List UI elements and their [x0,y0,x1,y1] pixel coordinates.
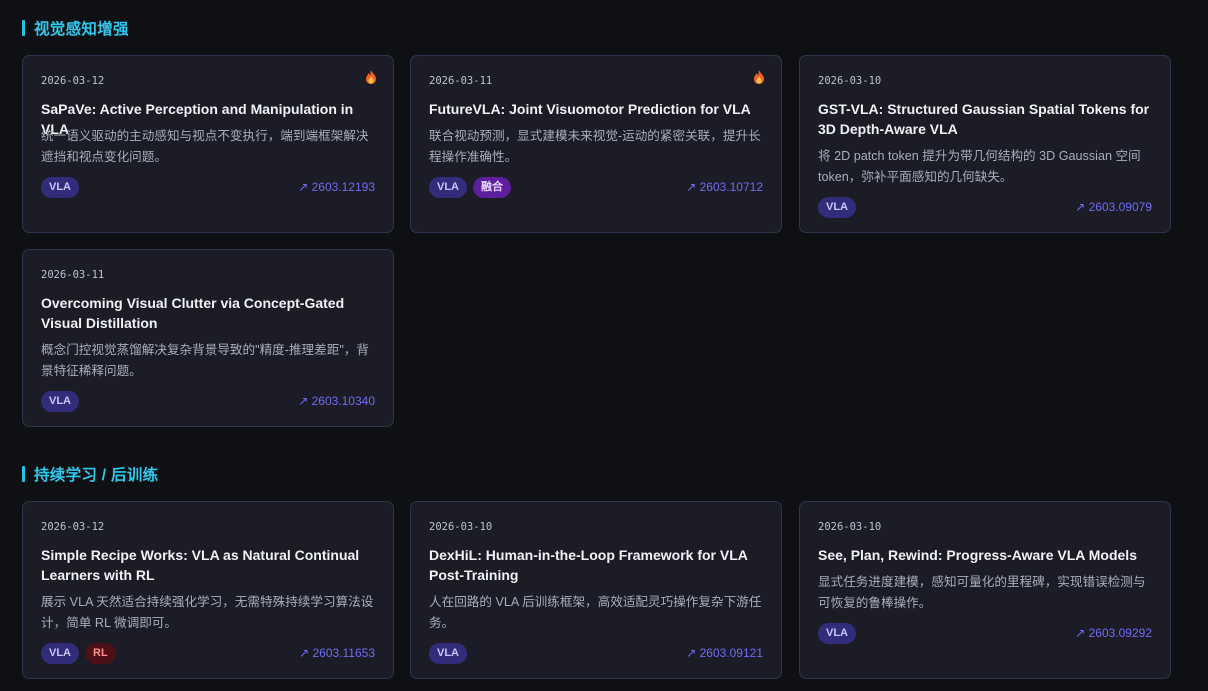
tag-list: VLA [818,197,856,218]
arxiv-link[interactable]: ↗ 2603.11653 [299,646,375,660]
tag-list: VLA [429,643,467,664]
paper-description: 统一语义驱动的主动感知与视点不变执行，端到端框架解决遮挡和视点变化问题。 [41,129,369,164]
section-title: 持续学习 / 后训练 [34,467,159,484]
paper-description: 展示 VLA 天然适合持续强化学习，无需特殊持续学习算法设计，简单 RL 微调即… [41,595,374,630]
paper-title[interactable]: FutureVLA: Joint Visuomotor Prediction f… [429,99,769,119]
tag-fusion: 融合 [473,177,511,198]
paper-date: 2026-03-12 [41,75,105,87]
fire-icon [366,70,376,84]
tag-rl: RL [85,643,116,664]
fire-icon [754,70,764,84]
paper-card[interactable]: 2026-03-10 DexHiL: Human-in-the-Loop Fra… [410,501,782,679]
tag-vla: VLA [818,197,856,218]
paper-card[interactable]: 2026-03-11 FutureVLA: Joint Visuomotor P… [410,55,782,233]
paper-description: 将 2D patch token 提升为带几何结构的 3D Gaussian 空… [818,149,1141,184]
section-title: 视觉感知增强 [34,21,129,38]
paper-date: 2026-03-11 [41,269,105,281]
paper-date: 2026-03-10 [429,521,493,533]
tag-vla: VLA [41,391,79,412]
paper-card[interactable]: 2026-03-12 Simple Recipe Works: VLA as N… [22,501,394,679]
paper-date: 2026-03-10 [818,75,882,87]
section-accent-bar [22,20,25,36]
tag-vla: VLA [41,177,79,198]
paper-title[interactable]: Simple Recipe Works: VLA as Natural Cont… [41,545,381,585]
tag-vla: VLA [41,643,79,664]
tag-vla: VLA [429,643,467,664]
arxiv-link[interactable]: ↗ 2603.12193 [298,180,375,194]
section-header-continual-learning: 持续学习 / 后训练 [22,465,159,484]
section-header-visual-perception: 视觉感知增强 [22,19,129,38]
paper-card[interactable]: 2026-03-10 See, Plan, Rewind: Progress-A… [799,501,1171,679]
paper-description: 人在回路的 VLA 后训练框架，高效适配灵巧操作复杂下游任务。 [429,595,762,630]
arxiv-link[interactable]: ↗ 2603.09292 [1075,626,1152,640]
paper-card[interactable]: 2026-03-12 SaPaVe: Active Perception and… [22,55,394,233]
paper-date: 2026-03-11 [429,75,493,87]
paper-description: 概念门控视觉蒸馏解决复杂背景导致的"精度-推理差距"，背景特征稀释问题。 [41,343,369,378]
tag-vla: VLA [818,623,856,644]
paper-date: 2026-03-10 [818,521,882,533]
paper-date: 2026-03-12 [41,521,105,533]
arxiv-link[interactable]: ↗ 2603.10712 [686,180,763,194]
paper-description: 显式任务进度建模，感知可量化的里程碑，实现错误检测与可恢复的鲁棒操作。 [818,575,1146,610]
tag-list: VLA [818,623,856,644]
arxiv-link[interactable]: ↗ 2603.09079 [1075,200,1152,214]
section-accent-bar [22,466,25,482]
tag-list: VLA [41,177,79,198]
paper-title[interactable]: DexHiL: Human-in-the-Loop Framework for … [429,545,769,585]
arxiv-link[interactable]: ↗ 2603.09121 [686,646,763,660]
paper-title[interactable]: Overcoming Visual Clutter via Concept-Ga… [41,293,381,333]
tag-vla: VLA [429,177,467,198]
tag-list: VLA RL [41,643,116,664]
paper-card[interactable]: 2026-03-10 GST-VLA: Structured Gaussian … [799,55,1171,233]
arxiv-link[interactable]: ↗ 2603.10340 [298,394,375,408]
paper-title[interactable]: See, Plan, Rewind: Progress-Aware VLA Mo… [818,545,1158,565]
tag-list: VLA 融合 [429,177,511,198]
tag-list: VLA [41,391,79,412]
paper-description: 联合视动预测，显式建模未来视觉-运动的紧密关联，提升长程操作准确性。 [429,129,761,164]
paper-card[interactable]: 2026-03-11 Overcoming Visual Clutter via… [22,249,394,427]
paper-title[interactable]: GST-VLA: Structured Gaussian Spatial Tok… [818,99,1158,139]
